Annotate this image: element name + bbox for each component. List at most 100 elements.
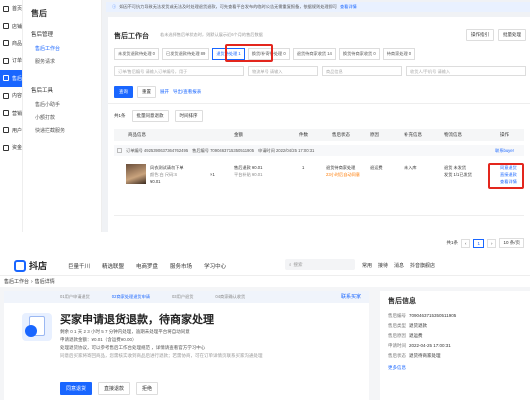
step-4: 04商家确认收货 [215,294,246,299]
product-image [126,164,146,184]
nav-compass[interactable]: 电商罗盘 [136,262,158,270]
nav-qianchuan[interactable]: 巨量千川 [68,262,90,270]
step-1: 01用户申请退货 [60,294,90,299]
sidebar-item-label: 店铺 [12,23,23,30]
checkbox[interactable] [117,148,122,153]
sidebar-item-label: 资金 [12,145,23,152]
page-number[interactable]: 1 [473,238,484,248]
export-link[interactable]: 导出/查看报表 [173,89,201,95]
tab-merchant-pending[interactable]: 待商家处理 0 [382,48,416,60]
divider [108,103,530,104]
highlight-box-actions [488,163,524,189]
product-price: ¥0.01 [150,179,161,184]
search-input[interactable]: ⌕ 搜索 [285,259,355,270]
order-icon [3,57,9,64]
guide-button[interactable]: 操作指引 [466,29,494,41]
sidebar-item-label: 内容 [12,93,23,100]
expand-link[interactable]: 展开 [160,89,169,95]
apply-time: 申请时间 2022/04/25 17:00:31 [258,147,315,153]
info-title: 售后信息 [388,298,416,305]
notice-text: 如因不可抗力导致无法发货或无法及时处理退货退款，可先查看平台发布的临时公告无需重… [119,4,337,9]
page-size-select[interactable]: 10 条/页 [499,238,524,248]
batch-button[interactable]: 批量处理 [498,29,526,41]
protocol-line: 处理退货协议，可以参考售后工作台处理规范 ，详情请查看官方学习中心 [60,345,206,350]
pager-total: 共1条 [446,240,458,245]
product-title[interactable]: 风衣测试请勿下单 [150,165,184,171]
contact-buyer-button[interactable]: 联系买家 [341,293,361,300]
tool-messages[interactable]: 消息 [394,262,404,269]
breadcrumb: 售后工作台 › 售后详情 [0,276,530,287]
main-content: ⓘ 如因不可抗力导致无法发货或无法及时处理退货退款，可先查看平台发布的临时公告无… [102,0,530,248]
tab-unshipped-refund[interactable]: 未发货退款待处理 0 [114,48,159,60]
step-3: 03用户退货 [171,294,194,299]
top-screenshot: 首页店铺商品订单 售后内容营销 用户资金 售后 售后管理 售后工作台 服务请求 售后… [0,0,530,248]
tab-shipped-refund[interactable]: 已发货退款待处理 89 [162,48,210,60]
user-icon [3,127,9,134]
status-text: 退货待商家处理 [326,165,356,170]
info-time: 申请时间 2022-04-25 17:00:31 [388,343,451,348]
next-page[interactable]: › [486,238,497,248]
order-header-row: 订单编号 4925390637364762495 售后编号 7090463715… [114,145,524,156]
sidebar-item-3[interactable]: 订单 [0,52,22,69]
logistics-input[interactable]: 物流单号 请输入 [248,66,318,76]
th-amount: 金额 [234,132,243,137]
order-id: 订单编号 4925390637364762495 [126,147,189,153]
order-id-input[interactable]: 订单/售后编号 请输入订单编号，用于 [114,66,244,76]
receiver-input[interactable]: 收货人/手机号 请输入 [406,66,526,76]
search-placeholder: 搜索 [293,261,303,267]
tool-store[interactable]: 抖音旗舰店 [410,262,435,269]
sidebar-item-8[interactable]: 资金 [0,139,22,156]
goods-input[interactable]: 商品信息 [322,66,402,76]
sidebar-item-2[interactable]: 商品 [0,35,22,52]
more-info-link[interactable]: 更多信息 [388,365,406,371]
tool-reception[interactable]: 接待 [378,262,388,269]
notice-link[interactable]: 查看详情 [340,4,357,10]
app-logo[interactable]: 抖店 [14,259,47,272]
status-countdown: 23小时后自动同意 [326,172,360,177]
sidebar-item-small-payment[interactable]: 小额打款 [23,111,101,124]
sidebar-item-1[interactable]: 店铺 [0,17,22,34]
sidebar-item-service-request[interactable]: 服务请求 [23,55,101,68]
nav-alliance[interactable]: 精选联盟 [102,262,124,270]
extra-text: 未入库 [404,165,417,170]
tab-return-receive[interactable]: 退货待商家收货 14 [292,48,336,60]
sidebar-item-label: 商品 [12,40,23,47]
info-id: 售后编号 7090463715350511905 [388,313,457,318]
direct-refund-button[interactable]: 直接退款 [98,382,131,395]
sidebar-item-7[interactable]: 用户 [0,122,22,139]
product-qty: ×1 [210,172,215,177]
refund-amount: 售后退款 ¥0.01 [234,165,263,170]
group-aftersale-manage[interactable]: 售后管理 [23,26,101,42]
marketing-icon [3,110,9,117]
nav-service-market[interactable]: 服务市场 [170,262,192,270]
query-button[interactable]: 查询 [114,86,133,98]
group-aftersale-tools[interactable]: 售后工具 [23,82,101,98]
tip-line: 同意后买家将寄回商品，您需核实收到商品后进行退款；若需协商，可在订单详情页联系买… [60,353,263,358]
sidebar-item-6[interactable]: 营销 [0,104,22,121]
refund-amount-line: 申请退款金额：¥0.01（含运费¥0.00） [60,337,137,342]
page-subtitle: 若未选择售后单状态时，则默认展示近6个月的售后数据 [160,32,263,37]
prev-page[interactable]: ‹ [460,238,471,248]
sidebar-item-assistant[interactable]: 售后小助手 [23,98,101,111]
aftersale-info-panel: 售后信息 售后编号 7090463715350511905 售后类型 退货退款 售后… [380,291,530,400]
crumb-separator-icon: › [31,278,33,285]
secondary-sidebar: 售后 售后管理 售后工作台 服务请求 售后工具 售后小助手 小额打款 快递拦截服… [23,0,102,232]
sort-select[interactable]: 时间排序 [174,110,203,122]
tool-common[interactable]: 常用 [362,262,372,269]
crumb-detail: 售后详情 [34,279,55,285]
sidebar-item-0[interactable]: 首页 [0,0,22,17]
agree-return-button[interactable]: 同意退货 [60,382,93,395]
sidebar-item-4[interactable]: 售后 [0,69,22,87]
batch-refund-button[interactable]: 批量同意退款 [131,110,169,122]
nav-learning[interactable]: 学习中心 [204,262,226,270]
th-qty: 件数 [299,132,308,137]
reset-button[interactable]: 重置 [137,86,156,98]
sidebar-item-intercept[interactable]: 快递拦截服务 [23,124,101,137]
th-extra: 补充信息 [404,132,422,137]
sidebar-item-workbench[interactable]: 售后工作台 [23,42,101,55]
contact-buyer-link[interactable]: 联系buyer [495,148,514,154]
sidebar-item-5[interactable]: 内容 [0,87,22,104]
crumb-workbench[interactable]: 售后工作台 [4,278,29,285]
reject-button[interactable]: 拒绝 [136,382,159,395]
tab-exchange-receive[interactable]: 换货待商家收货 0 [338,48,380,60]
